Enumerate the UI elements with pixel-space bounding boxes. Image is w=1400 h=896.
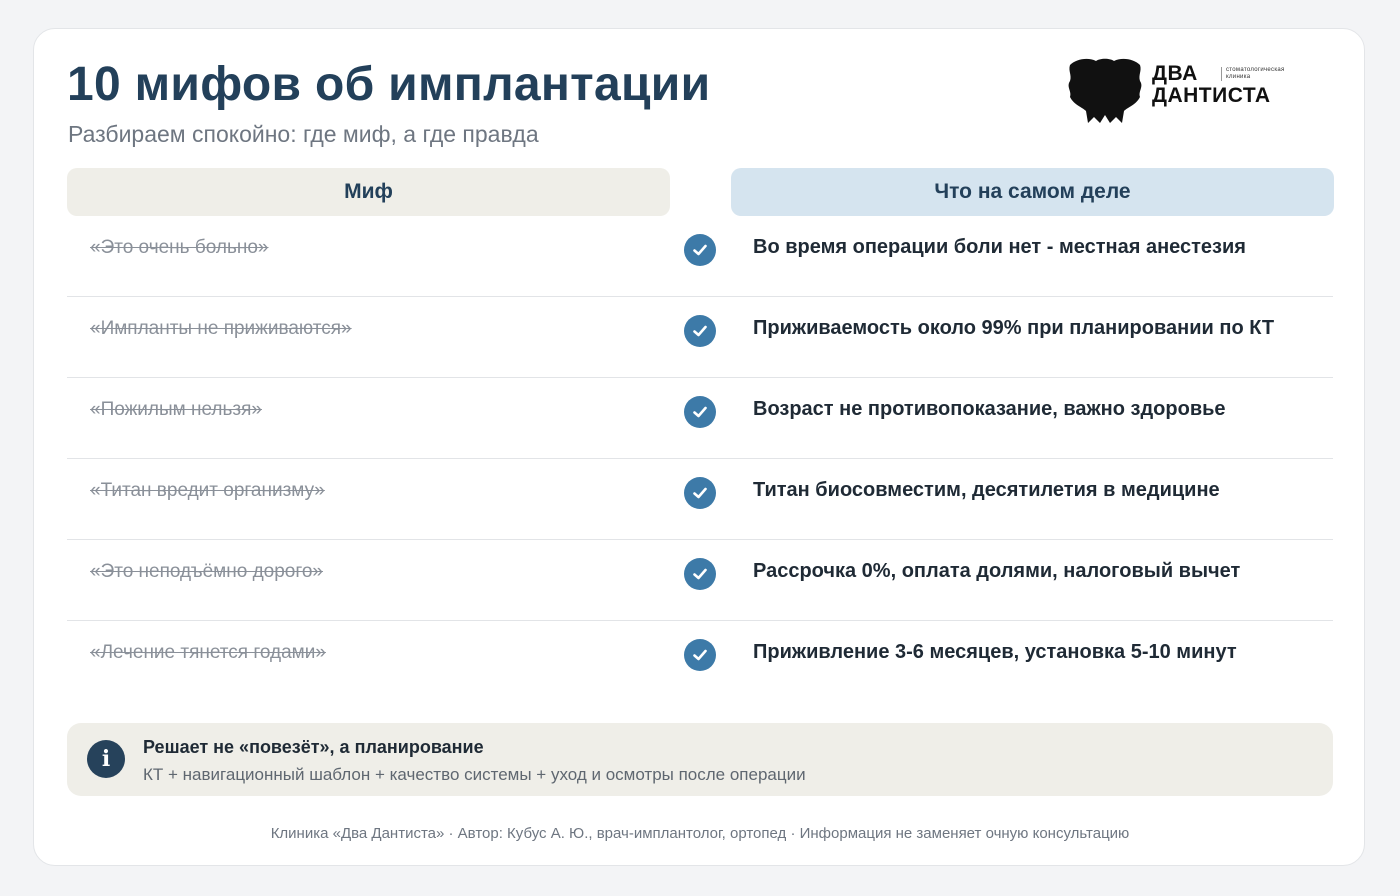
check-icon [684, 477, 716, 509]
myth-fact-row: «Титан вредит организму» Титан биосовмес… [67, 459, 1333, 540]
myth-text: «Это очень больно» [90, 237, 269, 258]
myth-text: «Лечение тянется годами» [90, 642, 326, 663]
check-icon [684, 558, 716, 590]
fact-text: Рассрочка 0%, оплата долями, налоговый в… [753, 560, 1241, 582]
check-icon [684, 315, 716, 347]
myth-text: «Импланты не приживаются» [90, 318, 352, 339]
page-title: 10 мифов об имплантации [67, 58, 711, 111]
check-icon [684, 639, 716, 671]
clinic-logo: ДВА ДАНТИСТА стоматологическая клиника [1066, 57, 1306, 127]
logo-tagline: стоматологическая клиника [1226, 67, 1285, 81]
myth-text: «Это неподъёмно дорого» [90, 561, 324, 582]
myth-fact-row: «Это очень больно» Во время операции бол… [67, 216, 1333, 297]
logo-tag-line2: клиника [1226, 74, 1251, 80]
logo-name-line2: ДАНТИСТА [1152, 84, 1271, 107]
note-title: Решает не «повезёт», а планирование [143, 737, 484, 757]
myth-fact-row: «Это неподъёмно дорого» Рассрочка 0%, оп… [67, 540, 1333, 621]
check-icon [684, 396, 716, 428]
planning-note: i Решает не «повезёт», а планирование КТ… [67, 723, 1333, 796]
myth-fact-row: «Импланты не приживаются» Приживаемость … [67, 297, 1333, 378]
logo-divider [1221, 67, 1222, 81]
fact-column-header: Что на самом деле [731, 168, 1334, 216]
myth-text: «Титан вредит организму» [90, 480, 325, 501]
check-icon [684, 234, 716, 266]
fact-text: Титан биосовместим, десятилетия в медици… [753, 479, 1220, 501]
fact-text: Приживление 3-6 месяцев, установка 5-10 … [753, 641, 1237, 663]
infographic-card: 10 мифов об имплантации Разбираем спокой… [33, 28, 1365, 866]
myth-fact-row: «Лечение тянется годами» Приживление 3-6… [67, 621, 1333, 702]
fact-text: Во время операции боли нет - местная ане… [753, 236, 1246, 258]
myth-fact-row: «Пожилым нельзя» Возраст не противопоказ… [67, 378, 1333, 459]
footer-credits: Клиника «Два Дантиста» · Автор: Кубус А.… [270, 825, 1130, 842]
myth-column-header: Миф [67, 168, 670, 216]
page-subtitle: Разбираем спокойно: где миф, а где правд… [68, 121, 539, 147]
fact-text: Возраст не противопоказание, важно здоро… [753, 398, 1226, 420]
myth-text: «Пожилым нельзя» [90, 399, 262, 420]
myth-fact-list: «Это очень больно» Во время операции бол… [67, 216, 1333, 702]
logo-tag-line1: стоматологическая [1226, 67, 1285, 73]
fact-text: Приживаемость около 99% при планировании… [753, 317, 1275, 339]
two-heads-logo-icon [1068, 58, 1142, 123]
info-icon: i [87, 740, 125, 778]
note-body: КТ + навигационный шаблон + качество сис… [143, 765, 806, 784]
